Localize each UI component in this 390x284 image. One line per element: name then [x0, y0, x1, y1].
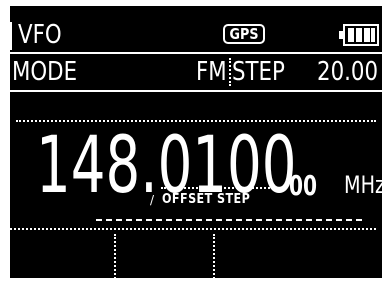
step-value[interactable]: 20.00 — [317, 58, 378, 86]
gps-label: GPS — [229, 25, 259, 43]
step-label: STEP — [232, 57, 285, 87]
offset-slash: / — [150, 193, 155, 207]
status-divider — [10, 90, 382, 92]
mode-label: MODE — [12, 57, 78, 87]
frequency-unit: MHz — [344, 171, 382, 199]
gps-badge: GPS — [223, 24, 265, 44]
radio-display: VFO GPS MODE FM STEP 20.00 148.0100 00 M… — [10, 6, 382, 278]
offset-value-placeholder — [96, 219, 362, 221]
screen-bezel — [0, 0, 10, 284]
softkey-separator-2 — [213, 234, 215, 278]
digit-cursor — [161, 187, 277, 189]
softkey-separator-1 — [114, 234, 116, 278]
battery-full-icon — [339, 24, 379, 46]
softkey-divider — [10, 228, 376, 230]
mode-value[interactable]: FM — [196, 58, 227, 86]
frequency-sub-digits: 00 — [289, 169, 318, 202]
header-marker — [10, 22, 12, 50]
page-title: VFO — [18, 20, 62, 50]
mode-step-divider — [229, 58, 231, 86]
offset-step-label: OFFSET STEP — [162, 192, 251, 207]
header-divider — [10, 52, 382, 54]
